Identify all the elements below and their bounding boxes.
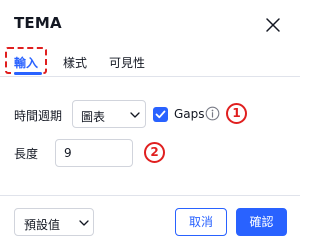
annotation-badge-2: 2 [144, 142, 165, 163]
info-circle-icon[interactable] [205, 106, 220, 121]
length-label: 長度 [14, 147, 39, 161]
tabs-divider [0, 76, 300, 77]
ok-button[interactable]: 確認 [236, 208, 287, 236]
chevron-down-icon [79, 220, 89, 226]
gaps-label: Gaps [174, 107, 205, 121]
preset-select[interactable]: 預設值 [14, 208, 94, 236]
timeframe-value: 圖表 [81, 110, 106, 124]
gaps-checkbox[interactable] [153, 107, 168, 122]
timeframe-label: 時間週期 [14, 109, 63, 123]
preset-label: 預設值 [24, 218, 61, 232]
tab-highlight-outline [5, 47, 47, 74]
close-icon[interactable] [264, 16, 282, 34]
indicator-settings-dialog: TEMA 輸入 樣式 可見性 時間週期 圖表 Gaps 1 長度 9 2 預設值… [0, 0, 300, 247]
tab-style[interactable]: 樣式 [63, 54, 87, 71]
dialog-title: TEMA [14, 14, 62, 32]
active-tab-indicator [14, 72, 42, 75]
footer-divider [0, 195, 300, 196]
chevron-down-icon [130, 112, 140, 118]
length-input[interactable]: 9 [55, 139, 133, 167]
timeframe-select[interactable]: 圖表 [72, 100, 146, 128]
tab-visibility[interactable]: 可見性 [109, 54, 145, 71]
annotation-badge-1: 1 [226, 103, 247, 124]
cancel-button[interactable]: 取消 [175, 208, 227, 236]
check-icon [155, 110, 166, 119]
